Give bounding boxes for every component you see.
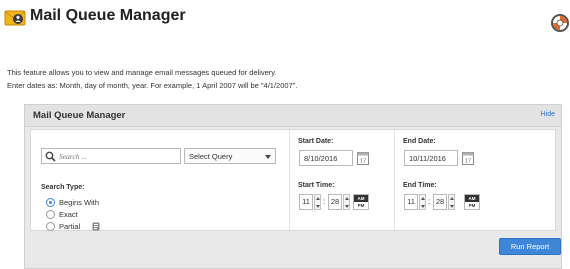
search-input[interactable] — [59, 150, 177, 162]
search-icon — [45, 151, 56, 162]
chevron-down-icon — [265, 155, 271, 159]
mail-queue-panel: Mail Queue Manager Hide Select Query Sea… — [24, 104, 562, 269]
start-date-label: Start Date: — [298, 138, 334, 145]
start-minute-field[interactable]: 28 — [328, 194, 342, 210]
help-lifebuoy-icon[interactable] — [550, 13, 570, 33]
end-hour-spinner[interactable] — [419, 194, 426, 210]
panel-title: Mail Queue Manager — [33, 110, 126, 121]
spinner-down-icon[interactable] — [316, 205, 320, 208]
end-date-input[interactable] — [404, 150, 458, 166]
calendar-icon[interactable]: 17 — [357, 151, 369, 165]
time-separator: : — [428, 197, 431, 206]
page-title: Mail Queue Manager — [30, 7, 186, 24]
radio-label: Begins With — [59, 198, 100, 207]
start-date-input[interactable] — [299, 150, 353, 166]
spinner-down-icon[interactable] — [345, 205, 349, 208]
calendar-icon[interactable]: 17 — [462, 151, 474, 165]
calendar-day-text: 17 — [360, 159, 366, 165]
end-hour-field[interactable]: 11 — [404, 194, 418, 210]
panel-body: Select Query Search Type: Begins With Ex… — [30, 129, 556, 231]
end-date-label: End Date: — [403, 138, 436, 145]
time-separator: : — [323, 197, 326, 206]
end-ampm-toggle[interactable]: AM PM — [464, 194, 480, 210]
query-select-value: Select Query — [189, 152, 233, 161]
start-minute-spinner[interactable] — [343, 194, 350, 210]
pm-option[interactable]: PM — [354, 202, 368, 209]
query-select[interactable]: Select Query — [184, 148, 276, 164]
search-box[interactable] — [41, 148, 181, 164]
end-minute-spinner[interactable] — [448, 194, 455, 210]
column-divider — [289, 130, 290, 230]
radio-button-checked[interactable] — [46, 198, 55, 207]
pm-option[interactable]: PM — [465, 202, 479, 209]
description-line-2: Enter dates as: Month, day of month, yea… — [7, 81, 298, 90]
column-divider — [394, 130, 395, 230]
panel-header: Mail Queue Manager Hide — [25, 105, 561, 127]
radio-label: Partial — [59, 222, 81, 231]
radio-button[interactable] — [46, 222, 55, 231]
hide-link[interactable]: Hide — [541, 111, 555, 118]
spinner-down-icon[interactable] — [421, 205, 425, 208]
start-hour-spinner[interactable] — [314, 194, 321, 210]
end-minute-field[interactable]: 28 — [433, 194, 447, 210]
am-option[interactable]: AM — [354, 195, 368, 202]
spinner-up-icon[interactable] — [345, 197, 349, 200]
mail-queue-icon — [4, 10, 26, 26]
spinner-up-icon[interactable] — [316, 197, 320, 200]
start-hour-field[interactable]: 11 — [299, 194, 313, 210]
start-ampm-toggle[interactable]: AM PM — [353, 194, 369, 210]
radio-button[interactable] — [46, 210, 55, 219]
info-note-icon[interactable] — [92, 222, 100, 231]
radio-label: Exact — [59, 210, 78, 219]
spinner-down-icon[interactable] — [450, 205, 454, 208]
description-line-1: This feature allows you to view and mana… — [7, 68, 277, 77]
spinner-up-icon[interactable] — [450, 197, 454, 200]
calendar-day-text: 17 — [465, 159, 471, 165]
run-report-button[interactable]: Run Report — [499, 238, 561, 255]
start-time-label: Start Time: — [298, 182, 335, 189]
am-option[interactable]: AM — [465, 195, 479, 202]
search-type-label: Search Type: — [41, 184, 85, 191]
end-time-label: End Time: — [403, 182, 437, 189]
spinner-up-icon[interactable] — [421, 197, 425, 200]
